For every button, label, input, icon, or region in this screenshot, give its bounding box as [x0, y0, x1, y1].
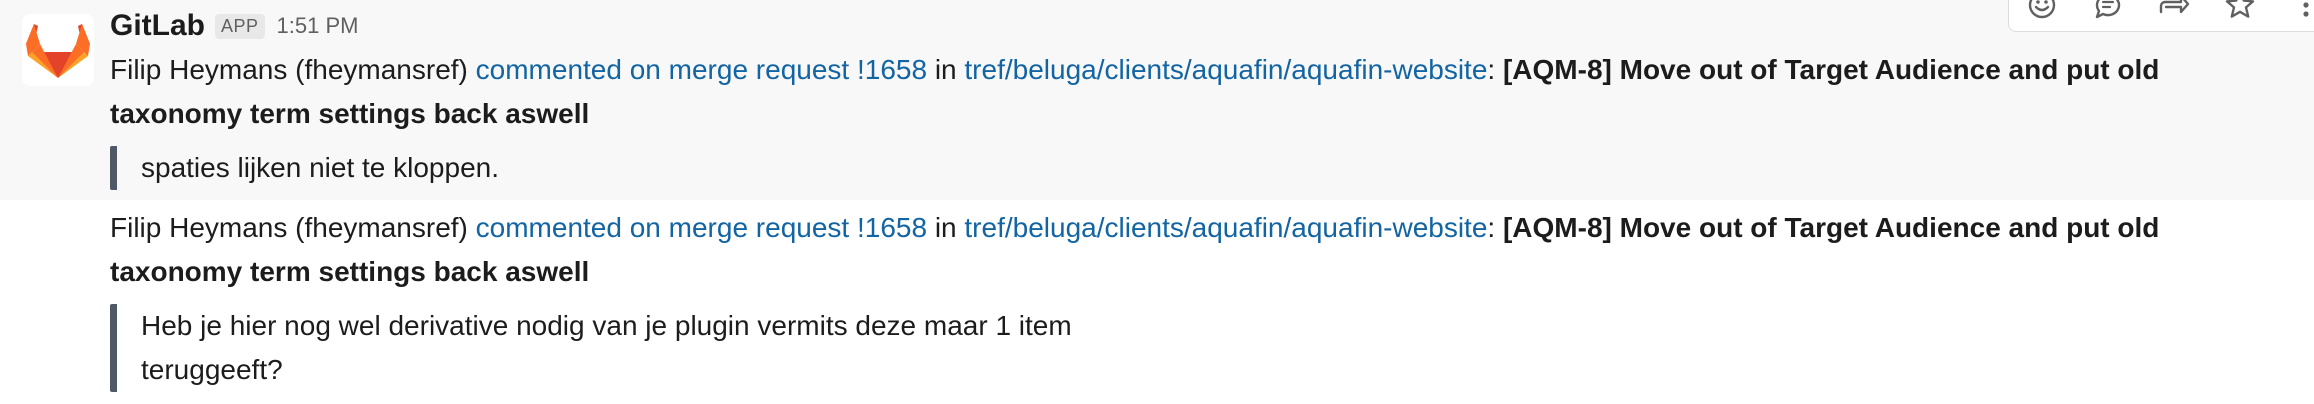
merge-request-title-continued: taxonomy term settings back aswell — [110, 256, 590, 287]
reply-in-thread-button[interactable] — [2075, 0, 2141, 31]
share-icon — [2159, 0, 2190, 14]
message-item-2[interactable]: Filip Heymans (fheymansref) commented on… — [0, 200, 2314, 404]
more-icon — [2303, 2, 2309, 17]
quote-text-line-2: teruggeeft? — [141, 354, 283, 385]
repository-link[interactable]: tref/beluga/clients/aquafin/aquafin-webs… — [964, 54, 1487, 85]
message-header: GitLab APP 1:51 PM — [110, 4, 358, 48]
share-message-button[interactable] — [2141, 0, 2207, 31]
timestamp[interactable]: 1:51 PM — [277, 13, 359, 39]
emoji-reaction-button[interactable] — [2009, 0, 2075, 31]
gitlab-logo-icon — [26, 24, 90, 78]
gitlab-avatar[interactable] — [22, 14, 94, 86]
colon-text: : — [1487, 212, 1503, 243]
merge-request-title: [AQM-8] Move out of Target Audience and … — [1502, 212, 2160, 243]
comment-quote: Heb je hier nog wel derivative nodig van… — [110, 304, 1072, 392]
comment-author: Filip Heymans (fheymansref) — [110, 54, 476, 85]
message-actions-toolbar — [2008, 0, 2314, 32]
emoji-icon — [2028, 0, 2056, 19]
message-item-1[interactable]: GitLab APP 1:51 PM Filip Heymans (fheyma… — [0, 0, 2314, 200]
quote-text-line-1: spaties lijken niet te kloppen. — [141, 152, 499, 183]
message-text-line-1: Filip Heymans (fheymansref) commented on… — [110, 48, 2159, 92]
save-message-button[interactable] — [2207, 0, 2273, 31]
in-text: in — [927, 54, 965, 85]
merge-request-link[interactable]: commented on merge request !1658 — [476, 212, 927, 243]
more-actions-button[interactable] — [2273, 0, 2314, 31]
quote-text-line-1: Heb je hier nog wel derivative nodig van… — [141, 310, 1072, 341]
app-badge: APP — [215, 13, 265, 39]
comment-author: Filip Heymans (fheymansref) — [110, 212, 476, 243]
thread-reply-icon — [2095, 0, 2121, 19]
colon-text: : — [1487, 54, 1503, 85]
message-text-line-1: Filip Heymans (fheymansref) commented on… — [110, 206, 2159, 250]
merge-request-title-continued: taxonomy term settings back aswell — [110, 98, 590, 129]
merge-request-link[interactable]: commented on merge request !1658 — [476, 54, 927, 85]
in-text: in — [927, 212, 965, 243]
merge-request-title: [AQM-8] Move out of Target Audience and … — [1502, 54, 2160, 85]
comment-quote: spaties lijken niet te kloppen. — [110, 146, 499, 190]
star-icon — [2225, 0, 2255, 18]
sender-name[interactable]: GitLab — [110, 9, 205, 43]
repository-link[interactable]: tref/beluga/clients/aquafin/aquafin-webs… — [964, 212, 1487, 243]
